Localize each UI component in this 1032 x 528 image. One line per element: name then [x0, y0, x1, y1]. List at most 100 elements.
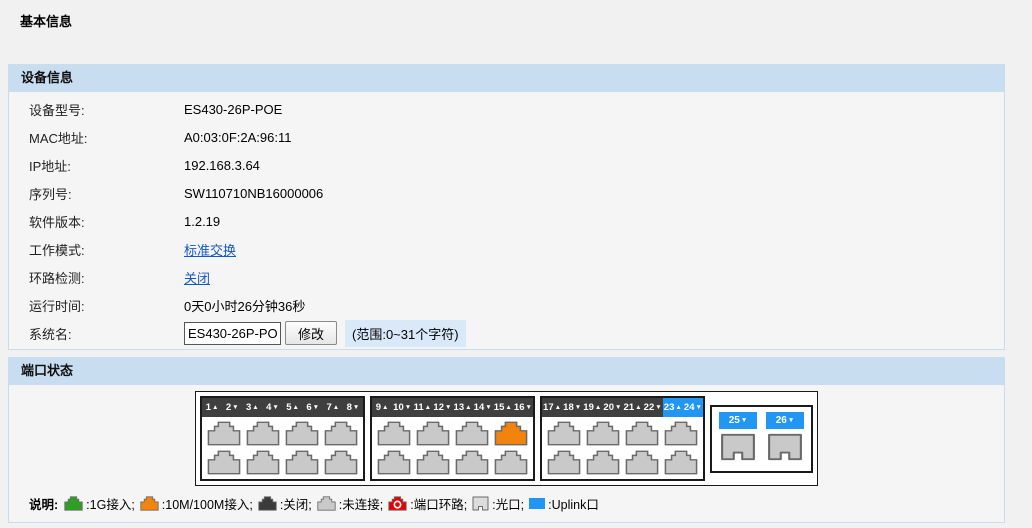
port-group-17-24-header: 17▲18▼19▲20▼21▲22▼23▲24▼	[542, 398, 703, 417]
port-22-label: 22▼	[643, 398, 663, 417]
port-6-label: 6▼	[303, 398, 323, 417]
device-model-label: 设备型号:	[9, 100, 184, 119]
port-16-rj45-icon	[494, 450, 528, 475]
port-12-rj45-icon	[416, 450, 450, 475]
mac-address-value: A0:03:0F:2A:96:11	[184, 130, 291, 145]
port-4-rj45-icon	[246, 450, 280, 475]
software-version-value: 1.2.19	[184, 214, 220, 229]
serial-number-value: SW110710NB16000006	[184, 186, 323, 201]
port-disconnected-icon	[317, 496, 336, 511]
legend-item-text: :1G接入;	[86, 494, 135, 513]
port-11-rj45-icon	[416, 421, 450, 446]
port-5-rj45-icon	[285, 421, 319, 446]
port-group-9-16-header: 9▲10▼11▲12▼13▲14▼15▲16▼	[372, 398, 533, 417]
uptime-value: 0天0小时26分钟36秒	[184, 296, 305, 315]
port-1-rj45-icon	[207, 421, 241, 446]
system-name-label: 系统名:	[9, 324, 184, 343]
port-23-rj45-icon	[664, 421, 698, 446]
port-12-label: 12▼	[432, 398, 452, 417]
legend-item: :未连接;	[317, 494, 383, 513]
port-8-label: 8▼	[343, 398, 363, 417]
port-26-sfp-icon	[767, 433, 803, 466]
device-info-header: 设备信息	[8, 64, 1005, 92]
port-6-rj45-icon	[285, 450, 319, 475]
system-name-row: 系统名: 修改 (范围:0~31个字符)	[9, 319, 1004, 347]
port-9-label: 9▲	[372, 398, 392, 417]
info-row-device-model: 设备型号:ES430-26P-POE	[9, 95, 1004, 123]
port-3-label: 3▲	[242, 398, 262, 417]
port-13-label: 13▲	[453, 398, 473, 417]
port-group-9-16: 9▲10▼11▲12▼13▲14▼15▲16▼	[370, 396, 535, 481]
uplink-port-icon	[529, 498, 545, 509]
system-name-hint: (范围:0~31个字符)	[345, 320, 466, 347]
page-title: 基本信息	[0, 0, 1032, 30]
port-7-label: 7▲	[323, 398, 343, 417]
system-name-input[interactable]	[184, 322, 281, 345]
port-21-label: 21▲	[623, 398, 643, 417]
port-group-9-16-ports	[372, 417, 533, 479]
port-group-1-8-ports	[202, 417, 363, 479]
info-row-work-mode: 工作模式:标准交换	[9, 235, 1004, 263]
port-23-label: 23▲	[663, 398, 683, 417]
port-20-rj45-icon	[586, 450, 620, 475]
port-13-rj45-icon	[455, 421, 489, 446]
port-10-rj45-icon	[377, 450, 411, 475]
legend-item-text: :关闭;	[280, 494, 312, 513]
port-18-label: 18▼	[562, 398, 582, 417]
sfp-port-box: 25▼ 26▼	[710, 405, 813, 473]
port-2-label: 2▼	[222, 398, 242, 417]
loop-detection-label: 环路检测:	[9, 268, 184, 287]
legend-item: :端口环路;	[388, 494, 467, 513]
work-mode-label: 工作模式:	[9, 240, 184, 259]
sfp-port-25: 25▼	[719, 412, 757, 466]
port-19-rj45-icon	[586, 421, 620, 446]
port-25-sfp-icon	[720, 433, 756, 466]
port-status-panel: 端口状态 1▲2▼3▲4▼5▲6▼7▲8▼9▲10▼11▲12▼13▲14▼15…	[8, 357, 1005, 523]
port-11-label: 11▲	[412, 398, 432, 417]
info-row-loop-detection: 环路检测:关闭	[9, 263, 1004, 291]
port-8-rj45-icon	[324, 450, 358, 475]
port-2-rj45-icon	[207, 450, 241, 475]
legend-title: 说明:	[29, 494, 58, 513]
port-off-icon	[258, 496, 277, 511]
port-status-body: 1▲2▼3▲4▼5▲6▼7▲8▼9▲10▼11▲12▼13▲14▼15▲16▼1…	[8, 385, 1005, 523]
legend-item-text: :Uplink口	[548, 494, 599, 513]
port-5-label: 5▲	[283, 398, 303, 417]
port-1-label: 1▲	[202, 398, 222, 417]
fiber-port-icon	[472, 496, 489, 511]
legend-item-text: :未连接;	[339, 494, 383, 513]
port-loop-icon	[388, 496, 407, 511]
port-26-label: 26▼	[766, 412, 804, 429]
modify-button[interactable]: 修改	[285, 321, 337, 345]
port-4-label: 4▼	[262, 398, 282, 417]
mac-address-label: MAC地址:	[9, 128, 184, 147]
ip-address-value: 192.168.3.64	[184, 158, 260, 173]
legend-item: :关闭;	[258, 494, 312, 513]
port-3-rj45-icon	[246, 421, 280, 446]
legend-item: :1G接入;	[64, 494, 135, 513]
port-group-17-24: 17▲18▼19▲20▼21▲22▼23▲24▼	[540, 396, 705, 481]
port-21-rj45-icon	[625, 421, 659, 446]
info-row-serial-number: 序列号:SW110710NB16000006	[9, 179, 1004, 207]
info-row-ip-address: IP地址:192.168.3.64	[9, 151, 1004, 179]
port-25-label: 25▼	[719, 412, 757, 429]
port-7-rj45-icon	[324, 421, 358, 446]
port-group-1-8-header: 1▲2▼3▲4▼5▲6▼7▲8▼	[202, 398, 363, 417]
loop-detection-link[interactable]: 关闭	[184, 268, 210, 287]
loop-detection-value: 关闭	[184, 268, 210, 287]
system-name-controls: 修改 (范围:0~31个字符)	[184, 320, 466, 347]
port-20-label: 20▼	[602, 398, 622, 417]
port-16-label: 16▼	[513, 398, 533, 417]
device-info-body: 设备型号:ES430-26P-POE MAC地址:A0:03:0F:2A:96:1…	[8, 92, 1005, 350]
port-22-rj45-icon	[625, 450, 659, 475]
port-24-label: 24▼	[683, 398, 703, 417]
info-row-software-version: 软件版本:1.2.19	[9, 207, 1004, 235]
work-mode-value: 标准交换	[184, 240, 236, 259]
legend-item: :光口;	[472, 494, 524, 513]
sfp-port-26: 26▼	[766, 412, 804, 466]
work-mode-link[interactable]: 标准交换	[184, 240, 236, 259]
port-panel: 1▲2▼3▲4▼5▲6▼7▲8▼9▲10▼11▲12▼13▲14▼15▲16▼1…	[195, 391, 818, 486]
uptime-label: 运行时间:	[9, 296, 184, 315]
port-group-1-8: 1▲2▼3▲4▼5▲6▼7▲8▼	[200, 396, 365, 481]
port-18-rj45-icon	[547, 450, 581, 475]
